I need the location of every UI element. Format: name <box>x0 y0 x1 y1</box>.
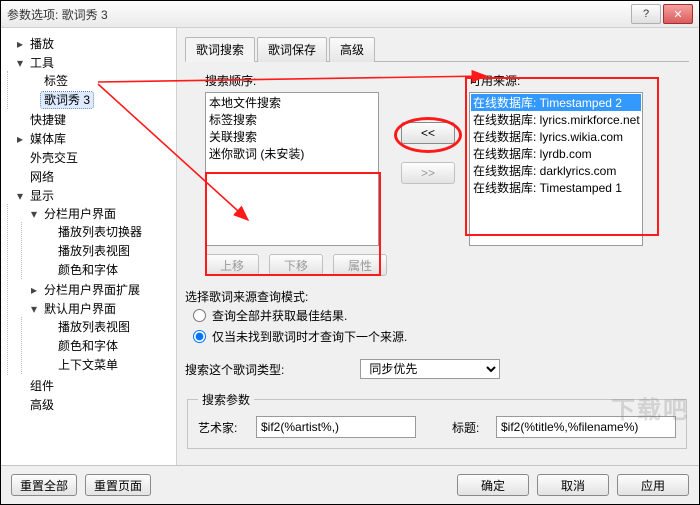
properties-button[interactable]: 属性 <box>333 254 387 276</box>
tree-item[interactable]: 歌词秀 3 <box>41 92 93 108</box>
tree-item[interactable]: 工具 <box>27 55 57 71</box>
artist-field[interactable] <box>256 416 416 438</box>
cancel-button[interactable]: 取消 <box>537 474 609 496</box>
list-item[interactable]: 在线数据库: lyrics.wikia.com <box>471 128 641 145</box>
title-label: 标题: <box>452 419 488 436</box>
available-label: 可用来源: <box>469 72 643 89</box>
list-item[interactable]: 在线数据库: Timestamped 2 <box>471 94 641 111</box>
tree-item[interactable]: 标签 <box>41 73 71 89</box>
move-left-button[interactable]: << <box>401 122 455 144</box>
tree-item[interactable]: 组件 <box>27 378 57 394</box>
ok-button[interactable]: 确定 <box>457 474 529 496</box>
tree-item[interactable]: 颜色和字体 <box>55 338 121 354</box>
tree-item[interactable]: 上下文菜单 <box>55 357 121 373</box>
tabs: 歌词搜索 歌词保存 高级 <box>185 36 689 62</box>
tree-item[interactable]: 高级 <box>27 397 57 413</box>
reset-all-button[interactable]: 重置全部 <box>11 474 77 496</box>
mode-all-row[interactable]: 查询全部并获取最佳结果. <box>185 305 689 326</box>
reset-page-button[interactable]: 重置页面 <box>85 474 151 496</box>
available-list[interactable]: 在线数据库: Timestamped 2在线数据库: lyrics.mirkfo… <box>469 92 643 246</box>
tree-expander-icon[interactable]: ▾ <box>29 302 39 316</box>
mode-all-label: 查询全部并获取最佳结果. <box>212 307 347 324</box>
type-select[interactable]: 同步优先 <box>360 359 500 379</box>
search-params-group: 搜索参数 艺术家: 标题: <box>187 391 687 449</box>
title-field[interactable] <box>496 416 676 438</box>
tree-item[interactable]: 默认用户界面 <box>41 301 119 317</box>
tree-expander-icon[interactable]: ▾ <box>15 189 25 203</box>
search-params-legend: 搜索参数 <box>198 391 254 408</box>
move-right-button[interactable]: >> <box>401 162 455 184</box>
tree-item[interactable]: 网络 <box>27 169 57 185</box>
tree-expander-icon[interactable]: ▾ <box>15 56 25 70</box>
tree-expander-icon[interactable]: ▸ <box>15 132 25 146</box>
tree-item[interactable]: 分栏用户界面扩展 <box>41 282 143 298</box>
mode-until-label: 仅当未找到歌词时才查询下一个来源. <box>212 328 407 345</box>
mode-until-radio[interactable] <box>193 330 206 343</box>
list-item[interactable]: 在线数据库: darklyrics.com <box>471 162 641 179</box>
search-order-label: 搜索顺序: <box>205 72 387 89</box>
list-item[interactable]: 标签搜索 <box>207 111 377 128</box>
help-button[interactable]: ? <box>631 4 661 24</box>
mode-all-radio[interactable] <box>193 309 206 322</box>
move-down-button[interactable]: 下移 <box>269 254 323 276</box>
tree-item[interactable]: 颜色和字体 <box>55 262 121 278</box>
mode-until-row[interactable]: 仅当未找到歌词时才查询下一个来源. <box>185 326 689 347</box>
move-up-button[interactable]: 上移 <box>205 254 259 276</box>
list-item[interactable]: 在线数据库: Timestamped 1 <box>471 179 641 196</box>
tree-item[interactable]: 分栏用户界面 <box>41 206 119 222</box>
list-item[interactable]: 本地文件搜索 <box>207 94 377 111</box>
nav-tree[interactable]: ▸播放▾工具标签歌词秀 3快捷键▸媒体库外壳交互网络▾显示▾分栏用户界面播放列表… <box>1 28 177 465</box>
tree-item[interactable]: 播放列表视图 <box>55 243 133 259</box>
tree-expander-icon[interactable]: ▸ <box>29 283 39 297</box>
apply-button[interactable]: 应用 <box>617 474 689 496</box>
tab-search[interactable]: 歌词搜索 <box>185 37 255 62</box>
tree-item[interactable]: 显示 <box>27 188 57 204</box>
titlebar: 参数选项: 歌词秀 3 ? ✕ <box>1 1 699 28</box>
tree-item[interactable]: 媒体库 <box>27 131 69 147</box>
window-title: 参数选项: 歌词秀 3 <box>7 6 631 23</box>
artist-label: 艺术家: <box>198 419 248 436</box>
list-item[interactable]: 关联搜索 <box>207 128 377 145</box>
tree-item[interactable]: 播放列表视图 <box>55 319 133 335</box>
mode-label: 选择歌词来源查询模式: <box>185 288 689 305</box>
tree-item[interactable]: 外壳交互 <box>27 150 81 166</box>
tree-expander-icon[interactable]: ▾ <box>29 207 39 221</box>
list-item[interactable]: 迷你歌词 (未安装) <box>207 145 377 162</box>
tab-save[interactable]: 歌词保存 <box>257 37 327 62</box>
tree-item[interactable]: 播放列表切换器 <box>55 224 145 240</box>
tree-item[interactable]: 快捷键 <box>27 112 69 128</box>
list-item[interactable]: 在线数据库: lyrics.mirkforce.net <box>471 111 641 128</box>
footer: 重置全部 重置页面 确定 取消 应用 <box>1 465 699 504</box>
search-order-list[interactable]: 本地文件搜索标签搜索关联搜索迷你歌词 (未安装) <box>205 92 379 246</box>
list-item[interactable]: 在线数据库: lyrdb.com <box>471 145 641 162</box>
close-button[interactable]: ✕ <box>663 4 693 24</box>
tree-item[interactable]: 播放 <box>27 36 57 52</box>
tree-expander-icon[interactable]: ▸ <box>15 37 25 51</box>
type-label: 搜索这个歌词类型: <box>185 361 284 378</box>
tab-advanced[interactable]: 高级 <box>329 37 375 62</box>
